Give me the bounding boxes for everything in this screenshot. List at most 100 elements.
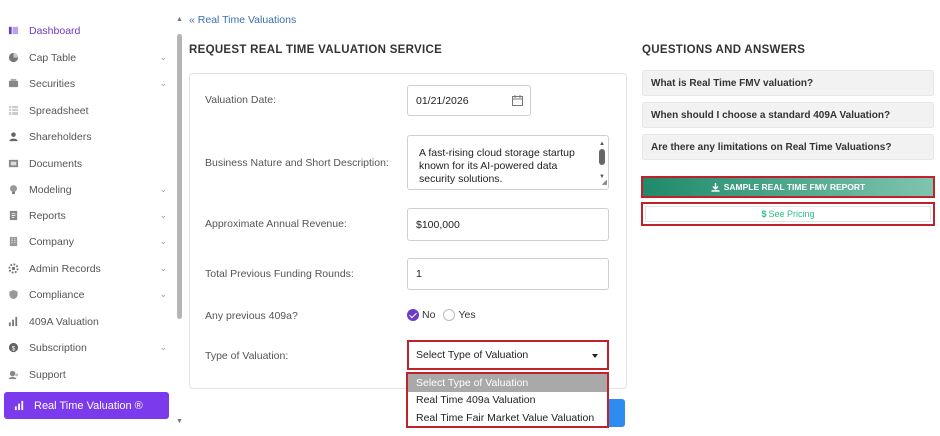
business-description-text: A fast-rising cloud storage startup know… [419,147,575,185]
radio-no[interactable] [407,309,419,321]
sidebar-item-label: Cap Table [29,52,77,64]
submit-button[interactable] [609,399,625,427]
support-icon [8,369,20,381]
qa-item[interactable]: What is Real Time FMV valuation? [642,70,934,96]
chevron-down-icon: ⌄ [159,236,167,246]
radio-no-label[interactable]: No [422,309,435,321]
chevron-down-icon: ⌄ [159,52,167,62]
user-icon [8,131,20,143]
scrollbar-thumb[interactable] [177,34,182,319]
breadcrumb-link[interactable]: Real Time Valuations [198,14,296,26]
radio-yes[interactable] [443,309,456,321]
sidebar-item-dashboard[interactable]: Dashboard [8,20,173,42]
scroll-up-arrow-icon[interactable]: ▲ [176,16,183,23]
chevron-down-icon: ⌄ [159,78,167,88]
coin-icon: $ [8,342,20,354]
business-description-textarea[interactable]: A fast-rising cloud storage startup know… [407,135,609,190]
securities-icon [8,78,20,90]
previous-409a-radio-group: No Yes [407,309,476,321]
scroll-down-arrow-icon[interactable]: ▼ [176,418,183,425]
valuation-date-input[interactable]: 01/21/2026 [407,85,531,116]
sidebar-item-documents[interactable]: Documents [8,153,173,175]
funding-rounds-value: 1 [416,268,422,280]
sidebar-item-label: Subscription [29,342,87,354]
building-icon [8,236,20,248]
radio-yes-label[interactable]: Yes [458,309,475,321]
sidebar-item-support[interactable]: Support [8,364,173,386]
valuation-date-value: 01/21/2026 [416,94,469,107]
chevron-down-icon: ⌄ [159,342,167,352]
sidebar-item-label: Dashboard [29,25,81,37]
svg-text:$: $ [12,345,16,352]
sample-report-label: SAMPLE REAL TIME FMV REPORT [723,182,866,192]
sidebar-item-spreadsheet[interactable]: Spreadsheet [8,100,173,122]
breadcrumb[interactable]: « Real Time Valuations [189,14,296,26]
bulb-icon [8,184,20,196]
valuation-type-label: Type of Valuation: [205,350,289,362]
sample-report-button[interactable]: SAMPLE REAL TIME FMV REPORT [641,176,935,198]
report-icon [8,210,20,222]
previous-409a-label: Any previous 409a? [205,310,298,322]
sidebar-item-company[interactable]: Company ⌄ [8,231,173,253]
sidebar-item-label: Support [29,369,66,381]
sidebar-item-label: Admin Records [29,263,101,275]
caret-down-icon [592,354,598,358]
qa-item[interactable]: Are there any limitations on Real Time V… [642,134,934,160]
sidebar-item-label: Modeling [29,184,72,196]
funding-rounds-input[interactable]: 1 [407,258,609,290]
sidebar-item-reports[interactable]: Reports ⌄ [8,205,173,227]
sidebar-item-label: Compliance [29,289,85,301]
document-icon [8,158,20,170]
pie-chart-icon [8,52,20,64]
chevron-down-icon: ⌄ [159,289,167,299]
sidebar-item-label: Documents [29,158,83,170]
annual-revenue-value: $100,000 [416,218,460,231]
sidebar-scrollbar[interactable]: ▲ ▼ [176,14,183,430]
valuation-date-label: Valuation Date: [205,94,277,106]
sidebar-item-label: Company [29,236,74,248]
resize-handle-icon[interactable]: ◢ [602,176,607,189]
valuation-type-dropdown: Select Type of Valuation Real Time 409a … [406,372,609,428]
bar-chart-icon [14,400,26,412]
gear-icon [8,263,20,275]
form-title: REQUEST REAL TIME VALUATION SERVICE [189,44,443,56]
funding-rounds-label: Total Previous Funding Rounds: [205,268,354,280]
dropdown-option[interactable]: Real Time 409a Valuation [408,392,607,410]
chevron-down-icon: ⌄ [159,263,167,273]
sidebar-item-modeling[interactable]: Modeling ⌄ [8,179,173,201]
calendar-icon[interactable] [512,95,523,109]
sidebar-item-label: Securities [29,78,76,90]
annual-revenue-input[interactable]: $100,000 [407,208,609,241]
qa-item[interactable]: When should I choose a standard 409A Val… [642,102,934,128]
textarea-scroll-thumb[interactable] [599,149,605,165]
sidebar-item-label: 409A Valuation [29,316,99,328]
dollar-icon: $ [761,209,767,219]
spreadsheet-icon [8,105,20,117]
sidebar-item-compliance[interactable]: Compliance ⌄ [8,284,173,306]
shield-icon [8,289,20,301]
chevron-down-icon: ⌄ [159,210,167,220]
chevron-down-icon: ⌄ [159,184,167,194]
sidebar-item-409a-valuation[interactable]: 409A Valuation [8,311,173,333]
valuation-type-select[interactable]: Select Type of Valuation [407,340,609,370]
sidebar-item-label: Real Time Valuation ® [34,399,143,412]
dropdown-option[interactable]: Real Time Fair Market Value Valuation [408,409,607,427]
sidebar-item-admin-records[interactable]: Admin Records ⌄ [8,258,173,280]
dropdown-option[interactable]: Select Type of Valuation [408,374,607,392]
see-pricing-button[interactable]: $ See Pricing [641,202,935,226]
sidebar-item-label: Reports [29,210,66,222]
sidebar-item-securities[interactable]: Securities ⌄ [8,73,173,95]
sidebar-item-shareholders[interactable]: Shareholders [8,126,173,148]
sidebar-item-cap-table[interactable]: Cap Table ⌄ [8,47,173,69]
dashboard-icon [8,25,20,37]
sidebar-item-label: Spreadsheet [29,105,89,117]
valuation-type-value: Select Type of Valuation [416,349,529,361]
sidebar-item-real-time-valuation[interactable]: Real Time Valuation ® [4,392,169,419]
sidebar: Dashboard Cap Table ⌄ Securities ⌄ Sprea… [0,0,175,436]
sidebar-item-label: Shareholders [29,131,92,143]
download-icon [711,182,720,192]
see-pricing-label: See Pricing [768,209,815,219]
qa-title: QUESTIONS AND ANSWERS [642,44,806,56]
sidebar-item-subscription[interactable]: $ Subscription ⌄ [8,337,173,359]
annual-revenue-label: Approximate Annual Revenue: [205,218,347,230]
